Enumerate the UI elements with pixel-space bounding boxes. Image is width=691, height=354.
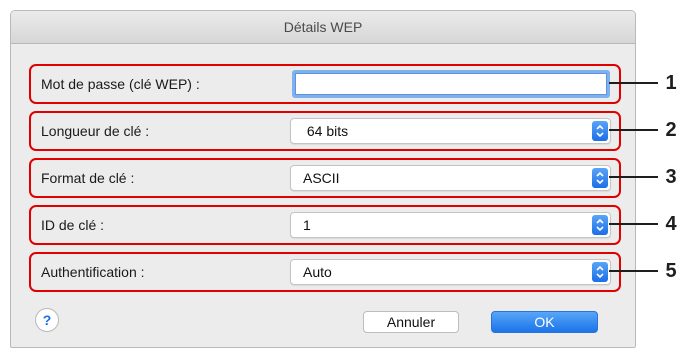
password-label: Mot de passe (clé WEP) : <box>41 76 200 92</box>
key-length-row: Longueur de clé : 64 bits <box>29 111 621 151</box>
cancel-button[interactable]: Annuler <box>363 311 459 333</box>
updown-chevron-icon <box>592 168 608 188</box>
password-row: Mot de passe (clé WEP) : <box>29 64 621 104</box>
dialog-title: Détails WEP <box>11 11 635 44</box>
callout-number-2: 2 <box>665 119 677 141</box>
callout-number-5: 5 <box>665 260 677 282</box>
callout-line-3 <box>609 176 658 178</box>
key-length-label: Longueur de clé : <box>41 123 150 139</box>
updown-chevron-icon <box>592 262 608 282</box>
callout-line-5 <box>609 270 658 272</box>
updown-chevron-icon <box>592 121 608 141</box>
callout-number-1: 1 <box>665 72 677 94</box>
callout-line-1 <box>609 82 658 84</box>
authentication-select[interactable]: Auto <box>290 259 611 285</box>
key-id-select[interactable]: 1 <box>290 212 611 238</box>
wep-details-dialog: Détails WEP Mot de passe (clé WEP) : Lon… <box>10 10 636 348</box>
authentication-row: Authentification : Auto <box>29 252 621 292</box>
key-id-row: ID de clé : 1 <box>29 205 621 245</box>
callout-number-3: 3 <box>665 166 677 188</box>
callout-line-4 <box>609 223 658 225</box>
key-length-select[interactable]: 64 bits <box>290 118 611 144</box>
key-length-value: 64 bits <box>303 123 349 139</box>
callout-line-2 <box>609 129 658 131</box>
authentication-value: Auto <box>303 264 332 280</box>
updown-chevron-icon <box>592 215 608 235</box>
authentication-label: Authentification : <box>41 264 145 280</box>
key-format-row: Format de clé : ASCII <box>29 158 621 198</box>
ok-button[interactable]: OK <box>491 311 598 333</box>
key-format-label: Format de clé : <box>41 170 135 186</box>
key-format-select[interactable]: ASCII <box>290 165 611 191</box>
help-button[interactable]: ? <box>35 308 59 332</box>
key-id-value: 1 <box>303 217 311 233</box>
callout-number-4: 4 <box>665 213 677 235</box>
key-id-label: ID de clé : <box>41 217 105 233</box>
help-icon: ? <box>42 312 52 328</box>
wep-key-input[interactable] <box>292 70 610 98</box>
key-format-value: ASCII <box>303 170 340 186</box>
